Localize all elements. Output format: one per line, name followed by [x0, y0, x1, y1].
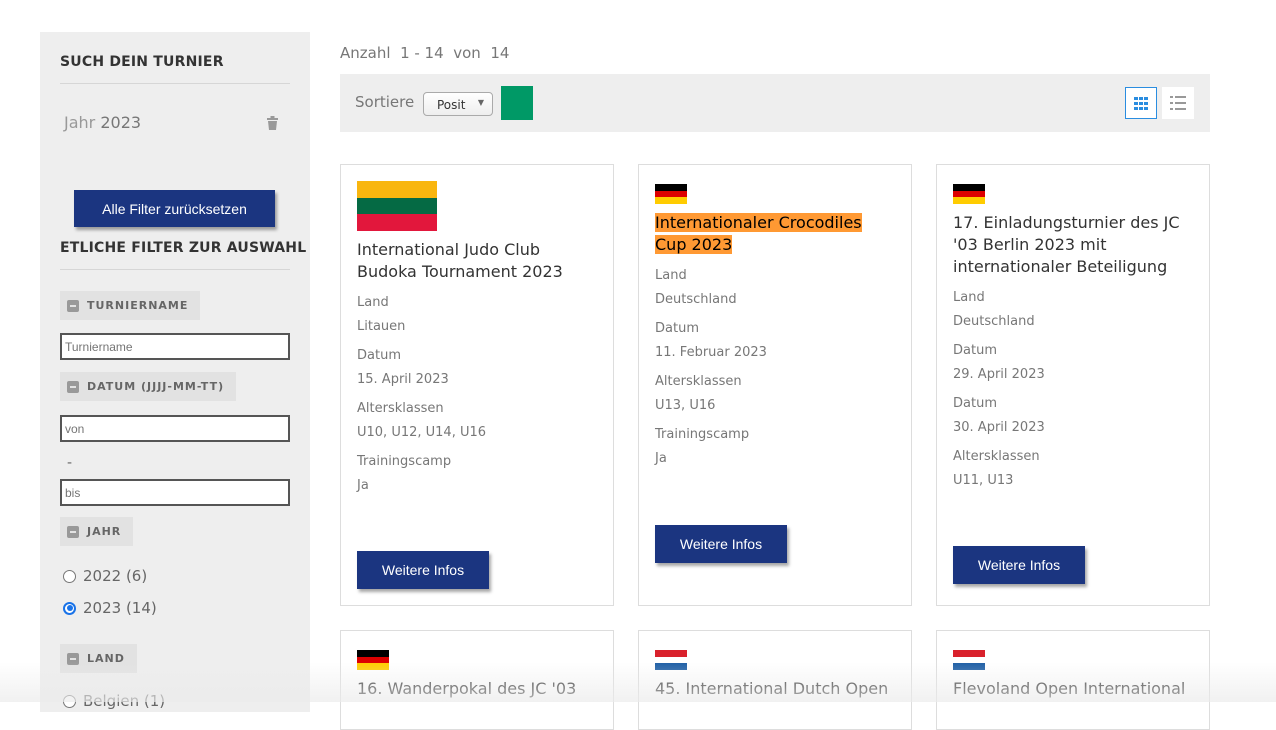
field-label: Altersklassen [357, 401, 444, 416]
active-filter: Jahr 2023 [64, 113, 141, 132]
result-count: Anzahl 1 - 14 von 14 [340, 44, 509, 62]
more-info-button[interactable]: Weitere Infos [357, 551, 489, 589]
toolbar: Sortiere Posit ▼ [340, 74, 1210, 132]
field-label: Trainingscamp [357, 454, 452, 469]
tournament-card: 17. Einladungsturnier des JC '03 Berlin … [936, 164, 1210, 606]
field-label: Land [953, 290, 985, 305]
list-icon [1170, 96, 1186, 110]
minus-icon [67, 525, 79, 538]
tournament-name-input[interactable] [60, 333, 290, 360]
tournament-card: International Judo Club Budoka Tournamen… [340, 164, 614, 606]
date-separator: - [67, 455, 73, 471]
tournament-card: Internationaler Crocodiles Cup 2023 Land D… [638, 164, 912, 606]
field-label: Land [655, 268, 687, 283]
radio-label: 2022 (6) [83, 567, 148, 585]
count-total: 14 [490, 44, 510, 62]
field-label: Land [357, 295, 389, 310]
radio-button[interactable] [63, 569, 76, 583]
active-filter-value: 2023 [100, 113, 142, 132]
field-value: Litauen [357, 319, 406, 334]
group-toggle-jahr[interactable]: JAHR [60, 517, 134, 546]
more-info-button[interactable]: Weitere Infos [655, 525, 787, 563]
field-label: Datum [953, 343, 997, 358]
field-label: Altersklassen [953, 449, 1040, 464]
reset-filters-button[interactable]: Alle Filter zurücksetzen [74, 190, 275, 227]
bottom-fade [0, 662, 1276, 702]
year-radio-2023[interactable]: 2023 (14) [63, 599, 157, 617]
sort-label: Sortiere [355, 93, 415, 111]
flag-germany-icon [655, 184, 687, 205]
field-label: Trainingscamp [655, 427, 750, 442]
radio-label: 2023 (14) [83, 599, 157, 617]
field-value: U11, U13 [953, 473, 1014, 488]
count-label: Anzahl [340, 44, 391, 62]
field-value: U13, U16 [655, 398, 716, 413]
grid-view-button[interactable] [1125, 87, 1157, 119]
field-label: Datum [357, 348, 401, 363]
field-value: 30. April 2023 [953, 420, 1045, 435]
minus-icon [67, 299, 79, 312]
sort-value: Posit [437, 98, 466, 112]
sidebar-title: SUCH DEIN TURNIER [60, 54, 224, 70]
minus-icon [67, 380, 79, 393]
divider [60, 269, 290, 270]
group-label: TURNIERNAME [87, 299, 189, 312]
card-title[interactable]: 17. Einladungsturnier des JC '03 Berlin … [953, 213, 1180, 276]
year-radio-2022[interactable]: 2022 (6) [63, 567, 147, 585]
count-of: von [453, 44, 481, 62]
flag-lithuania-icon [357, 181, 437, 232]
divider [60, 83, 290, 84]
field-value: Deutschland [655, 292, 737, 307]
field-value: U10, U12, U14, U16 [357, 425, 487, 440]
sort-select[interactable]: Posit ▼ [423, 92, 493, 116]
sort-direction-button[interactable] [501, 86, 533, 120]
filters-heading: ETLICHE FILTER ZUR AUSWAHL [60, 240, 307, 256]
count-range: 1 - 14 [400, 44, 444, 62]
filter-sidebar: SUCH DEIN TURNIER Jahr 2023 Alle Filter … [40, 32, 310, 712]
field-value: 11. Februar 2023 [655, 345, 767, 360]
field-label: Datum [953, 396, 997, 411]
date-from-input[interactable] [60, 415, 290, 442]
card-title[interactable]: Internationaler Crocodiles Cup 2023 [655, 213, 862, 254]
date-to-input[interactable] [60, 479, 290, 506]
list-view-button[interactable] [1162, 87, 1194, 119]
flag-germany-icon [953, 184, 985, 205]
trash-icon[interactable] [266, 116, 279, 130]
grid-icon [1134, 97, 1148, 110]
dropdown-arrow-icon: ▼ [477, 98, 484, 107]
group-toggle-datum[interactable]: DATUM (JJJJ-MM-TT) [60, 372, 237, 401]
active-filter-label: Jahr [64, 113, 96, 132]
card-title[interactable]: International Judo Club Budoka Tournamen… [357, 240, 563, 281]
group-label: DATUM (JJJJ-MM-TT) [87, 380, 225, 393]
group-label: JAHR [87, 525, 122, 538]
field-value: 15. April 2023 [357, 372, 449, 387]
field-value: Ja [357, 478, 369, 493]
field-value: Ja [655, 451, 667, 466]
more-info-button[interactable]: Weitere Infos [953, 546, 1085, 584]
radio-button[interactable] [63, 601, 76, 615]
field-value: 29. April 2023 [953, 367, 1045, 382]
field-label: Datum [655, 321, 699, 336]
field-value: Deutschland [953, 314, 1035, 329]
group-toggle-turniername[interactable]: TURNIERNAME [60, 291, 201, 320]
field-label: Altersklassen [655, 374, 742, 389]
